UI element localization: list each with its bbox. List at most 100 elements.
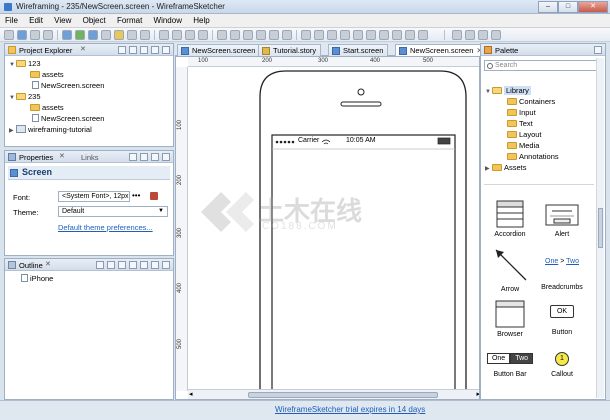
grid-icon[interactable]	[379, 30, 389, 40]
scroll-thumb[interactable]	[598, 208, 603, 248]
collapse-all-icon[interactable]	[118, 46, 126, 54]
filter-icon[interactable]	[129, 261, 137, 269]
pin-icon[interactable]	[129, 153, 137, 161]
tree-item-project[interactable]: ▼ 123	[9, 59, 41, 68]
distribute-icon[interactable]	[353, 30, 363, 40]
horizontal-scrollbar[interactable]: ◂ ▸	[188, 389, 479, 399]
minimize-view-icon[interactable]	[151, 46, 159, 54]
link-icon[interactable]	[101, 30, 111, 40]
iphone-sketch[interactable]	[188, 67, 480, 391]
palette-item-button-bar[interactable]: One Two Button Bar	[485, 349, 535, 378]
redo-icon[interactable]	[172, 30, 182, 40]
cut-icon[interactable]	[185, 30, 195, 40]
group-icon[interactable]	[301, 30, 311, 40]
bring-front-icon[interactable]	[327, 30, 337, 40]
view-menu-icon[interactable]	[140, 153, 148, 161]
palette-item-accordion[interactable]: Accordion	[485, 199, 535, 238]
menu-object[interactable]: Object	[78, 14, 110, 25]
tab-newscreen-123[interactable]: NewScreen.screen	[177, 44, 261, 56]
folder-icon[interactable]	[114, 30, 124, 40]
palette-tree-assets[interactable]: ▶ Assets	[485, 163, 527, 172]
tab-newscreen-235[interactable]: NewScreen.screen✕	[395, 44, 488, 56]
close-view-icon[interactable]: ✕	[80, 45, 86, 53]
zoom-out-icon[interactable]	[465, 30, 475, 40]
expand-all-icon[interactable]	[107, 261, 115, 269]
sort-icon[interactable]	[96, 261, 104, 269]
tree-item-project[interactable]: ▶ wireframing-tutorial	[9, 125, 92, 134]
new-icon[interactable]	[4, 30, 14, 40]
tab-tutorial-story[interactable]: Tutorial.story	[258, 44, 322, 56]
delete-icon[interactable]	[198, 30, 208, 40]
palette-tree-item[interactable]: Layout	[507, 130, 542, 139]
save-icon[interactable]	[17, 30, 27, 40]
save-all-icon[interactable]	[30, 30, 40, 40]
view-menu-icon[interactable]	[140, 46, 148, 54]
close-view-icon[interactable]: ✕	[59, 152, 65, 160]
palette-tree-item[interactable]: Input	[507, 108, 536, 117]
close-view-icon[interactable]: ✕	[45, 260, 51, 268]
reset-font-icon[interactable]	[150, 192, 158, 200]
align-bottom-icon[interactable]	[282, 30, 292, 40]
palette-tree-item[interactable]: Annotations	[507, 152, 559, 161]
menu-view[interactable]: View	[49, 14, 75, 25]
align-left-icon[interactable]	[217, 30, 227, 40]
minimize-view-icon[interactable]	[151, 153, 159, 161]
send-back-icon[interactable]	[340, 30, 350, 40]
ungroup-icon[interactable]	[314, 30, 324, 40]
palette-item-callout[interactable]: 1 Callout	[537, 349, 587, 378]
sketch-icon[interactable]	[405, 30, 415, 40]
tree-item-file[interactable]: NewScreen.screen	[32, 114, 104, 123]
scroll-thumb[interactable]	[248, 392, 438, 398]
tree-item-folder[interactable]: assets	[23, 70, 64, 79]
palette-scrollbar[interactable]	[596, 58, 604, 398]
tree-item-file[interactable]: NewScreen.screen	[32, 81, 104, 90]
palette-item-alert[interactable]: Alert	[537, 199, 587, 238]
palette-tree-library[interactable]: ▼ Library	[485, 86, 531, 95]
minimize-view-icon[interactable]	[151, 261, 159, 269]
menu-help[interactable]: Help	[188, 14, 213, 25]
collapse-all-icon[interactable]	[118, 261, 126, 269]
maximize-button[interactable]: □	[558, 1, 578, 13]
palette-item-browser[interactable]: Browser	[485, 299, 535, 338]
outline-item[interactable]: iPhone	[21, 274, 53, 283]
palette-tree-item[interactable]: Media	[507, 141, 539, 150]
theme-preferences-link[interactable]: Default theme preferences...	[58, 223, 153, 232]
menu-format[interactable]: Format	[112, 14, 146, 25]
menu-edit[interactable]: Edit	[24, 14, 47, 25]
export-icon[interactable]	[75, 30, 85, 40]
align-center-icon[interactable]	[230, 30, 240, 40]
align-top-icon[interactable]	[256, 30, 266, 40]
snap-icon[interactable]	[392, 30, 402, 40]
scroll-left-icon[interactable]: ◂	[189, 390, 193, 398]
palette-search-input[interactable]: Search	[484, 60, 599, 71]
fonts-icon[interactable]	[418, 30, 428, 40]
print-icon[interactable]	[43, 30, 53, 40]
close-button[interactable]: ✕	[578, 1, 608, 13]
align-middle-icon[interactable]	[269, 30, 279, 40]
paste-icon[interactable]	[140, 30, 150, 40]
editor-canvas[interactable]: 100 200 300 400 500 100 200 300 400 500 …	[175, 56, 480, 400]
align-right-icon[interactable]	[243, 30, 253, 40]
tab-start-screen[interactable]: Start.screen	[328, 44, 389, 56]
copy-icon[interactable]	[127, 30, 137, 40]
trial-link[interactable]: WireframeSketcher trial expires in 14 da…	[275, 405, 425, 414]
preview-icon[interactable]	[62, 30, 72, 40]
zoom-fit-icon[interactable]	[478, 30, 488, 40]
share-icon[interactable]	[88, 30, 98, 40]
zoom-in-icon[interactable]	[452, 30, 462, 40]
minimize-view-icon[interactable]	[594, 46, 602, 54]
font-browse-button[interactable]: •••	[132, 191, 140, 200]
undo-icon[interactable]	[159, 30, 169, 40]
links-tab[interactable]: Links	[81, 153, 99, 162]
palette-item-breadcrumbs[interactable]: One > Two Breadcrumbs	[537, 244, 587, 291]
palette-item-button[interactable]: OK Button	[537, 299, 587, 336]
lock-icon[interactable]	[366, 30, 376, 40]
palette-tree-item[interactable]: Text	[507, 119, 533, 128]
view-menu-icon[interactable]	[140, 261, 148, 269]
maximize-view-icon[interactable]	[162, 261, 170, 269]
theme-select[interactable]: Default ▼	[58, 206, 168, 217]
palette-tree-item[interactable]: Containers	[507, 97, 555, 106]
maximize-view-icon[interactable]	[162, 46, 170, 54]
minimize-button[interactable]: –	[538, 1, 558, 13]
tree-item-project[interactable]: ▼ 235	[9, 92, 41, 101]
